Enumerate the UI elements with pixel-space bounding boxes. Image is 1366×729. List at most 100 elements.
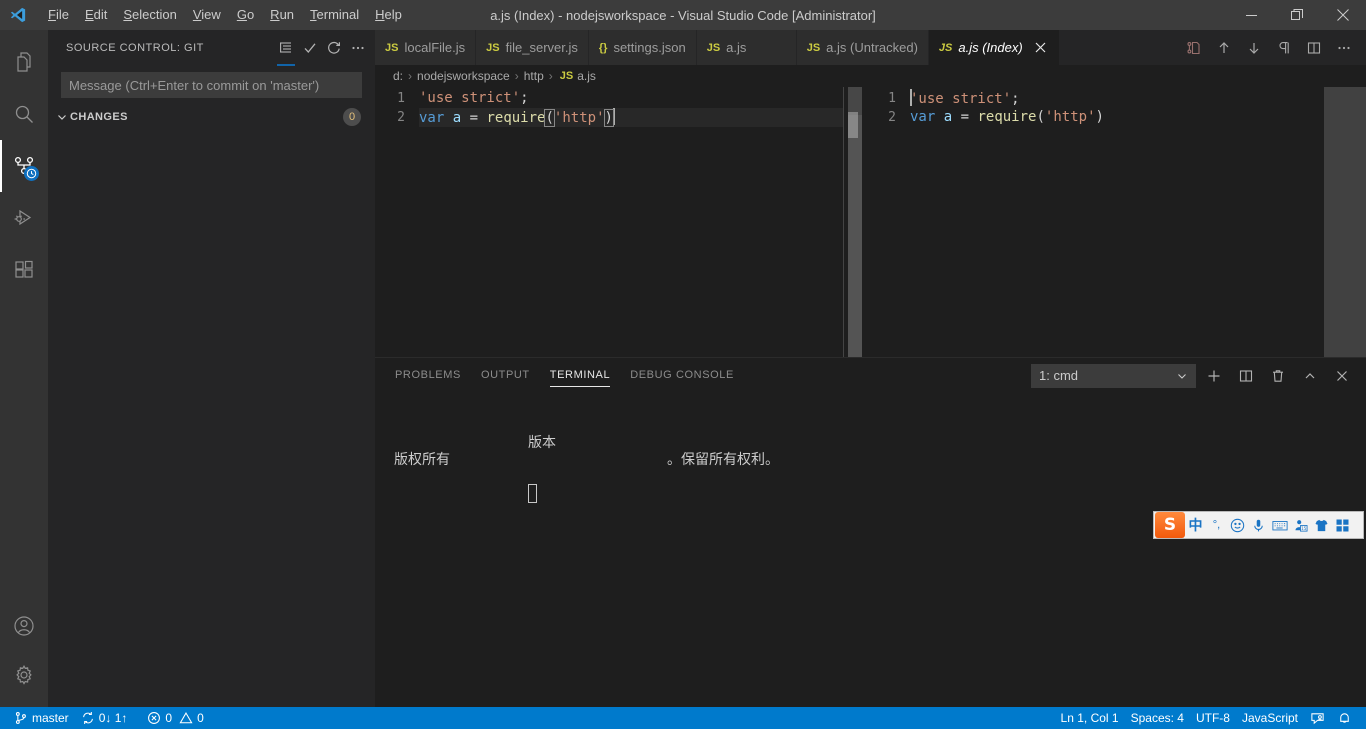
tab-localfile-js[interactable]: JS localFile.js: [375, 30, 477, 65]
split-editor-icon[interactable]: [1300, 30, 1328, 65]
code-line: 'use strict';: [910, 89, 1020, 107]
status-branch[interactable]: master: [8, 707, 75, 729]
chevron-right-icon: ›: [514, 69, 519, 83]
js-file-icon: JS: [385, 41, 399, 54]
tab-a-js[interactable]: JS a.js: [696, 30, 797, 65]
menu-item-help[interactable]: Help: [367, 0, 410, 30]
previous-change-icon[interactable]: [1210, 30, 1238, 65]
chevron-down-icon: [1176, 370, 1188, 382]
status-problems[interactable]: 0 0: [141, 707, 209, 729]
sync-icon: [81, 711, 95, 725]
tab-output[interactable]: OUTPUT: [481, 358, 530, 393]
terminal-select[interactable]: 1: cmd: [1031, 363, 1196, 388]
diff-sash[interactable]: [843, 87, 866, 387]
status-sync[interactable]: 0↓ 1↑: [75, 707, 134, 729]
close-button[interactable]: [1320, 0, 1366, 30]
changes-section-header[interactable]: CHANGES 0: [48, 106, 375, 128]
code-content-right[interactable]: 'use strict'; var a = require('http'): [910, 87, 1366, 127]
editor-more-actions-icon[interactable]: [1330, 30, 1358, 65]
notifications-bell-icon[interactable]: [1331, 707, 1358, 729]
kill-terminal-icon[interactable]: [1264, 362, 1292, 390]
ime-apps-grid-icon[interactable]: [1332, 512, 1353, 538]
terminal-output[interactable]: 版本 版权所有 。保留所有权利。: [375, 393, 1366, 711]
sidebar-actions: [275, 37, 369, 66]
menu-item-edit[interactable]: Edit: [77, 0, 115, 30]
status-cursor-position[interactable]: Ln 1, Col 1: [1055, 707, 1125, 729]
ime-soft-keyboard-icon[interactable]: [1269, 512, 1290, 538]
ime-chinese-mode-button[interactable]: 中: [1185, 512, 1206, 538]
status-bar-right: Ln 1, Col 1 Spaces: 4 UTF-8 JavaScript: [1055, 707, 1366, 729]
chevron-down-icon: [54, 111, 70, 123]
chevron-right-icon: ›: [408, 69, 413, 83]
breadcrumb-item-folder[interactable]: http: [524, 69, 544, 83]
menu-item-selection[interactable]: Selection: [115, 0, 184, 30]
close-icon[interactable]: [1033, 40, 1049, 56]
ime-emoji-icon[interactable]: [1227, 512, 1248, 538]
js-file-icon: JS: [938, 41, 953, 54]
status-language-mode[interactable]: JavaScript: [1236, 707, 1304, 729]
ime-punctuation-button[interactable]: °,: [1206, 512, 1227, 538]
tab-problems[interactable]: PROBLEMS: [395, 358, 461, 393]
breadcrumb-item-workspace[interactable]: nodejsworkspace: [417, 69, 510, 83]
sogou-logo-icon[interactable]: S: [1155, 512, 1185, 538]
open-changes-icon[interactable]: [1180, 30, 1208, 65]
breadcrumb-item-drive[interactable]: d:: [393, 69, 403, 83]
restore-button[interactable]: [1274, 0, 1320, 30]
commit-check-icon[interactable]: [299, 37, 321, 59]
diff-pane-left[interactable]: 1 2 'use strict'; var a = require('http'…: [375, 87, 843, 387]
menu-item-go[interactable]: Go: [229, 0, 262, 30]
tab-a-js-index[interactable]: JS a.js (Index): [928, 30, 1060, 65]
sidebar-item-search[interactable]: [0, 88, 48, 140]
menu-item-terminal[interactable]: Terminal: [302, 0, 367, 30]
sidebar-item-extensions[interactable]: [0, 244, 48, 296]
terminal-cursor: [528, 484, 537, 503]
sidebar-item-run-debug[interactable]: [0, 192, 48, 244]
render-whitespace-icon[interactable]: [1270, 30, 1298, 65]
status-encoding[interactable]: UTF-8: [1190, 707, 1236, 729]
gear-icon[interactable]: [0, 649, 48, 701]
terminal-line: 。保留所有权利。: [667, 452, 779, 468]
diff-pane-right[interactable]: 1 2 'use strict'; var a = require('http'…: [866, 87, 1366, 387]
view-as-tree-icon[interactable]: [275, 37, 297, 66]
code-line: 'use strict';: [419, 90, 529, 106]
split-terminal-icon[interactable]: [1232, 362, 1260, 390]
scrollbar-overview-right[interactable]: [1324, 87, 1366, 367]
menu-item-run[interactable]: Run: [262, 0, 302, 30]
tab-settings-json[interactable]: {} settings.json: [588, 30, 697, 65]
chevron-right-icon: ›: [548, 69, 553, 83]
sidebar-item-explorer[interactable]: [0, 36, 48, 88]
next-change-icon[interactable]: [1240, 30, 1268, 65]
code-content-left[interactable]: 'use strict'; var a = require('http'): [419, 87, 843, 127]
sidebar-header: SOURCE CONTROL: GIT: [48, 30, 375, 66]
ime-skin-icon[interactable]: [1311, 512, 1332, 538]
ime-calendar-icon[interactable]: 15: [1290, 512, 1311, 538]
sidebar-item-source-control[interactable]: [0, 140, 48, 192]
feedback-icon[interactable]: [1304, 707, 1331, 729]
line-number: 2: [888, 110, 896, 125]
minimize-button[interactable]: [1228, 0, 1274, 30]
ime-voice-input-icon[interactable]: [1248, 512, 1269, 538]
maximize-panel-icon[interactable]: [1296, 362, 1324, 390]
close-panel-icon[interactable]: [1328, 362, 1356, 390]
tab-terminal[interactable]: TERMINAL: [549, 358, 611, 393]
new-terminal-icon[interactable]: [1200, 362, 1228, 390]
editor-tabs: JS localFile.js JS file_server.js {} set…: [375, 30, 1366, 65]
accounts-icon[interactable]: [0, 603, 48, 649]
commit-message-input[interactable]: Message (Ctrl+Enter to commit on 'master…: [61, 72, 362, 98]
menu-item-view[interactable]: View: [185, 0, 229, 30]
editor-tab-actions: [1180, 30, 1366, 65]
refresh-icon[interactable]: [323, 37, 345, 59]
tab-file-server-js[interactable]: JS file_server.js: [476, 30, 589, 65]
breadcrumb-item-file[interactable]: a.js: [577, 69, 596, 83]
tab-label: a.js: [726, 40, 747, 55]
tab-a-js-untracked[interactable]: JS a.js (Untracked): [796, 30, 929, 65]
scrollbar-thumb-active[interactable]: [848, 115, 862, 365]
tab-debug-console[interactable]: DEBUG CONSOLE: [630, 358, 734, 393]
code-line: var a = require('http'): [910, 109, 1104, 125]
line-number-gutter-right: 1 2: [866, 87, 910, 127]
menu-item-file[interactable]: File: [40, 0, 77, 30]
scrollbar-thumb[interactable]: [848, 87, 862, 115]
status-indentation[interactable]: Spaces: 4: [1125, 707, 1190, 729]
more-actions-icon[interactable]: [347, 37, 369, 59]
sidebar-title: SOURCE CONTROL: GIT: [66, 41, 204, 54]
